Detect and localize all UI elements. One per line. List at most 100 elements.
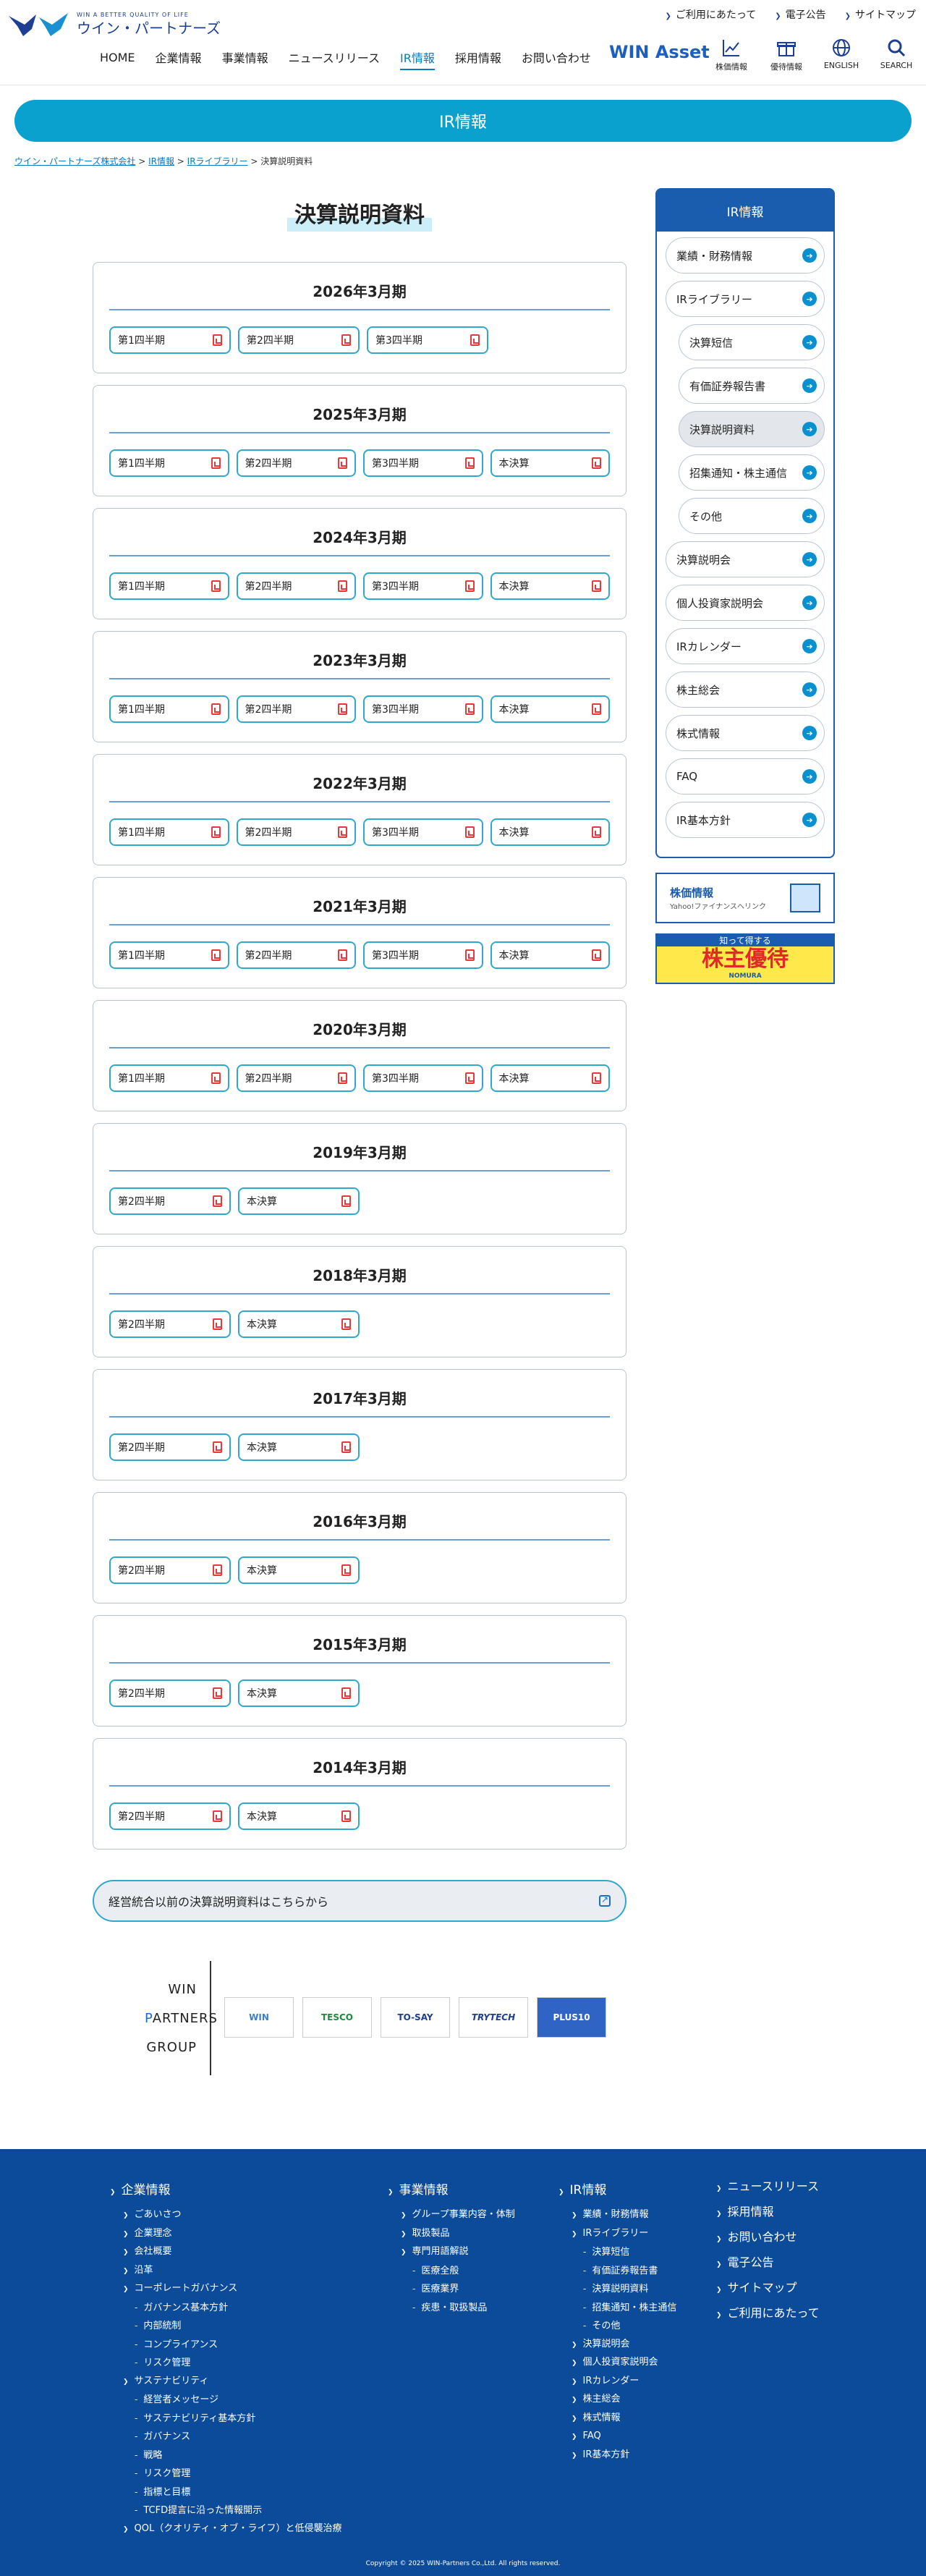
pdf-document-link[interactable]: 第2四半期 (238, 326, 360, 354)
group-logo-win[interactable]: WIN (224, 1997, 294, 2038)
footer-link[interactable]: 決算説明資料 (558, 2280, 676, 2299)
footer-link[interactable]: サステナビリティ基本方針 (110, 2410, 341, 2428)
sidebar-item[interactable]: 株式情報 ➔ (666, 715, 825, 751)
footer-link[interactable]: 沿革 (110, 2262, 341, 2281)
group-logo-trytech[interactable]: TRYTECH (459, 1997, 528, 2038)
footer-link[interactable]: サステナビリティ (110, 2373, 341, 2391)
footer-heading-business[interactable]: 事業情報 (388, 2179, 515, 2198)
footer-heading-corporate[interactable]: 企業情報 (110, 2179, 341, 2198)
footer-link[interactable]: 企業理念 (110, 2225, 341, 2244)
pdf-document-link[interactable]: 第2四半期 (109, 1802, 231, 1830)
footer-link[interactable]: その他 (558, 2317, 676, 2336)
pdf-document-link[interactable]: 本決算 (238, 1433, 360, 1461)
sidebar-item[interactable]: その他 ➔ (679, 498, 825, 534)
pdf-document-link[interactable]: 第1四半期 (109, 449, 229, 477)
footer-link[interactable]: リスク管理 (110, 2354, 341, 2373)
footer-link[interactable]: 専門用語解説 (388, 2243, 515, 2262)
util-link-terms[interactable]: ご利用にあたって (666, 7, 756, 22)
pdf-document-link[interactable]: 第3四半期 (363, 818, 483, 846)
pdf-document-link[interactable]: 本決算 (490, 818, 610, 846)
footer-link[interactable]: 業績・財務情報 (558, 2206, 676, 2225)
win-asset-link[interactable]: WIN Asset (609, 42, 710, 62)
pdf-document-link[interactable]: 第2四半期 (109, 1679, 231, 1707)
pdf-document-link[interactable]: 第1四半期 (109, 818, 229, 846)
footer-link[interactable]: 経営者メッセージ (110, 2391, 341, 2410)
footer-link[interactable]: 招集通知・株主通信 (558, 2299, 676, 2318)
footer-link[interactable]: 決算説明会 (558, 2336, 676, 2355)
benefit-link[interactable]: 優待情報 (767, 38, 806, 72)
pdf-document-link[interactable]: 第3四半期 (363, 941, 483, 969)
pdf-document-link[interactable]: 第3四半期 (363, 572, 483, 600)
sidebar-item[interactable]: FAQ ➔ (666, 758, 825, 795)
pdf-document-link[interactable]: 本決算 (238, 1679, 360, 1707)
pdf-document-link[interactable]: 第2四半期 (236, 941, 356, 969)
pdf-document-link[interactable]: 本決算 (490, 695, 610, 723)
pdf-document-link[interactable]: 第1四半期 (109, 326, 231, 354)
util-link-sitemap[interactable]: サイトマップ (845, 7, 916, 22)
footer-link[interactable]: ガバナンス基本方針 (110, 2299, 341, 2318)
group-logo-tesco[interactable]: TESCO (302, 1997, 372, 2038)
pdf-document-link[interactable]: 第3四半期 (367, 326, 488, 354)
stock-info-banner[interactable]: 株価情報 Yahoo!ファイナンスへリンク (655, 873, 835, 923)
footer-link[interactable]: 内部統制 (110, 2317, 341, 2336)
nav-home[interactable]: HOME (100, 51, 135, 64)
pdf-document-link[interactable]: 第3四半期 (363, 1064, 483, 1092)
nav-recruit[interactable]: 採用情報 (455, 48, 501, 66)
sidebar-item[interactable]: 個人投資家説明会 ➔ (666, 585, 825, 621)
sidebar-item[interactable]: 招集通知・株主通信 ➔ (679, 454, 825, 491)
footer-link[interactable]: QOL（クオリティ・オブ・ライフ）と低侵襲治療 (110, 2520, 342, 2539)
sidebar-item[interactable]: IRライブラリー ➔ (666, 281, 825, 317)
stock-price-link[interactable]: 株価情報 (712, 38, 751, 72)
breadcrumb-home[interactable]: ウイン・パートナーズ株式会社 (14, 156, 135, 166)
pdf-document-link[interactable]: 第2四半期 (236, 818, 356, 846)
nav-contact[interactable]: お問い合わせ (522, 48, 591, 66)
pdf-document-link[interactable]: 本決算 (490, 449, 610, 477)
util-link-public-notice[interactable]: 電子公告 (775, 7, 826, 22)
footer-link[interactable]: FAQ (558, 2428, 676, 2446)
breadcrumb-ir[interactable]: IR情報 (148, 156, 174, 166)
sidebar-item[interactable]: IR基本方針 ➔ (666, 802, 825, 838)
footer-link[interactable]: 有価証券報告書 (558, 2262, 676, 2281)
pdf-document-link[interactable]: 第1四半期 (109, 1064, 229, 1092)
footer-link[interactable]: コンプライアンス (110, 2336, 341, 2355)
footer-link[interactable]: リスク管理 (110, 2465, 341, 2483)
pdf-document-link[interactable]: 本決算 (238, 1310, 360, 1338)
footer-link[interactable]: グループ事業内容・体制 (388, 2206, 515, 2225)
site-logo[interactable]: WIN A BETTER QUALITY OF LIFE ウイン・パートナーズ (7, 10, 221, 39)
shareholder-benefit-banner[interactable]: 知って得する 株主優待 NOMURA (655, 933, 835, 984)
pdf-document-link[interactable]: 第2四半期 (109, 1187, 231, 1215)
footer-link-main[interactable]: ニュースリリース (716, 2175, 820, 2200)
nav-news[interactable]: ニュースリリース (289, 48, 380, 66)
sidebar-item[interactable]: 決算説明会 ➔ (666, 541, 825, 577)
nav-ir[interactable]: IR情報 (399, 48, 435, 70)
footer-link[interactable]: 取扱製品 (388, 2225, 515, 2244)
pre-merger-archive-link[interactable]: 経営統合以前の決算説明資料はこちらから (93, 1880, 626, 1922)
group-logo-plus10[interactable]: PLUS10 (537, 1997, 606, 2038)
footer-link-main[interactable]: サイトマップ (716, 2276, 820, 2302)
footer-link[interactable]: ごあいさつ (110, 2206, 341, 2225)
footer-link-main[interactable]: ご利用にあたって (716, 2302, 820, 2327)
footer-link-main[interactable]: お問い合わせ (716, 2226, 820, 2251)
footer-link[interactable]: IR基本方針 (558, 2446, 676, 2465)
footer-link[interactable]: IRライブラリー (558, 2225, 676, 2244)
pdf-document-link[interactable]: 本決算 (490, 572, 610, 600)
footer-link[interactable]: 疾患・取扱製品 (388, 2299, 515, 2318)
pdf-document-link[interactable]: 第3四半期 (363, 449, 483, 477)
sidebar-item[interactable]: 決算短信 ➔ (679, 324, 825, 360)
pdf-document-link[interactable]: 本決算 (238, 1802, 360, 1830)
footer-link[interactable]: 医療業界 (388, 2280, 515, 2299)
footer-link[interactable]: ガバナンス (110, 2428, 341, 2446)
pdf-document-link[interactable]: 第1四半期 (109, 695, 229, 723)
breadcrumb-library[interactable]: IRライブラリー (187, 156, 248, 166)
nav-corporate[interactable]: 企業情報 (156, 48, 202, 66)
pdf-document-link[interactable]: 第2四半期 (236, 1064, 356, 1092)
english-link[interactable]: ENGLISH (822, 38, 861, 72)
footer-link[interactable]: 株主総会 (558, 2391, 676, 2410)
sidebar-item[interactable]: 有価証券報告書 ➔ (679, 368, 825, 404)
footer-link-main[interactable]: 電子公告 (716, 2251, 820, 2276)
footer-link[interactable]: 株式情報 (558, 2410, 676, 2428)
sidebar-item[interactable]: 決算説明資料 ➔ (679, 411, 825, 447)
footer-link[interactable]: IRカレンダー (558, 2373, 676, 2391)
pdf-document-link[interactable]: 第3四半期 (363, 695, 483, 723)
sidebar-item[interactable]: 業績・財務情報 ➔ (666, 237, 825, 274)
